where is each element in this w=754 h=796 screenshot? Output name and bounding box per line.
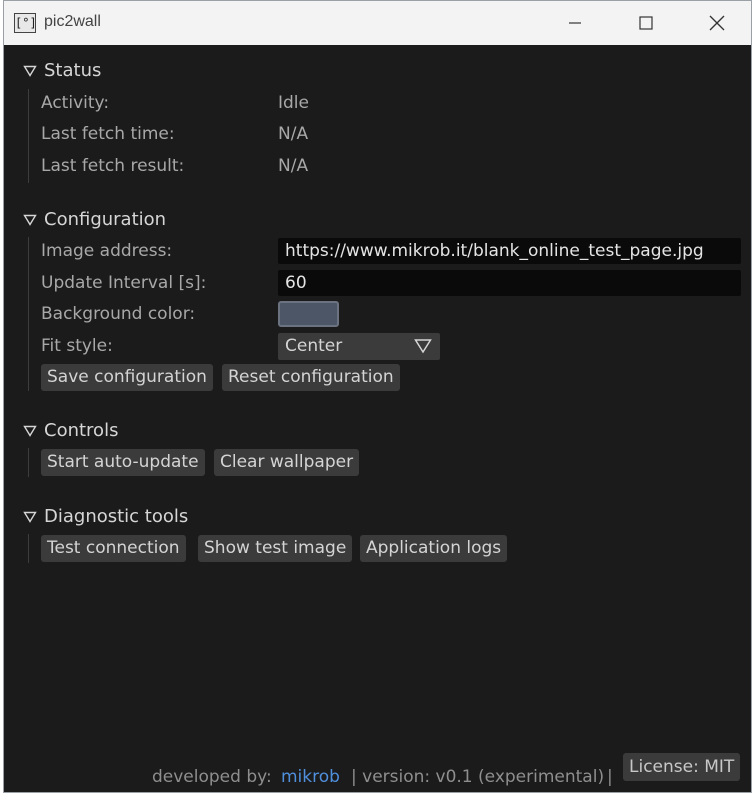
clear-wallpaper-button[interactable]: Clear wallpaper — [214, 449, 360, 476]
application-logs-button[interactable]: Application logs — [360, 535, 508, 562]
license-button[interactable]: License: MIT — [623, 753, 741, 781]
close-button[interactable] — [694, 1, 740, 45]
last-fetch-time-value: N/A — [278, 124, 309, 144]
title-bar[interactable]: [°] pic2wall — [4, 1, 751, 45]
section-indent-guide — [28, 448, 29, 477]
background-color-swatch[interactable] — [278, 301, 339, 327]
app-window: [°] pic2wall Status Activity: Idle Last … — [3, 0, 752, 793]
test-connection-button[interactable]: Test connection — [41, 535, 186, 562]
fit-style-label: Fit style: — [41, 336, 113, 356]
author-link[interactable]: mikrob — [281, 767, 340, 787]
diagnostic-tools-header-label: Diagnostic tools — [44, 506, 189, 527]
start-auto-update-button[interactable]: Start auto-update — [41, 449, 205, 476]
diagnostic-tools-section-header[interactable]: Diagnostic tools — [22, 506, 188, 527]
fit-style-dropdown[interactable]: Center — [278, 333, 440, 360]
update-interval-label: Update Interval [s]: — [41, 273, 207, 293]
activity-value: Idle — [278, 93, 309, 113]
reset-configuration-button[interactable]: Reset configuration — [222, 364, 400, 391]
collapse-triangle-icon — [23, 425, 37, 437]
developed-by-label: developed by: — [152, 767, 272, 787]
controls-section-header[interactable]: Controls — [22, 420, 118, 441]
section-indent-guide — [28, 534, 29, 563]
last-fetch-result-value: N/A — [278, 156, 309, 176]
fit-style-value: Center — [285, 336, 343, 356]
section-indent-guide — [28, 89, 29, 183]
save-configuration-button[interactable]: Save configuration — [41, 364, 213, 391]
configuration-section-header[interactable]: Configuration — [22, 209, 166, 230]
collapse-triangle-icon — [23, 65, 37, 77]
last-fetch-time-label: Last fetch time: — [41, 124, 175, 144]
collapse-triangle-icon — [23, 214, 37, 226]
maximize-button[interactable] — [623, 1, 669, 45]
minimize-icon — [569, 22, 581, 24]
activity-label: Activity: — [41, 93, 110, 113]
window-title: pic2wall — [44, 13, 101, 30]
maximize-icon — [639, 16, 653, 30]
main-content: Status Activity: Idle Last fetch time: N… — [4, 45, 751, 792]
update-interval-input[interactable]: 60 — [278, 270, 741, 296]
footer-separator: | — [607, 767, 613, 787]
image-address-label: Image address: — [41, 241, 173, 261]
image-address-input[interactable]: https://www.mikrob.it/blank_online_test_… — [278, 238, 741, 264]
status-header-label: Status — [44, 60, 102, 81]
last-fetch-result-label: Last fetch result: — [41, 156, 185, 176]
status-section-header[interactable]: Status — [22, 60, 101, 81]
collapse-triangle-icon — [23, 511, 37, 523]
controls-header-label: Controls — [44, 420, 119, 441]
app-icon: [°] — [14, 13, 37, 33]
version-label: | version: v0.1 (experimental) — [351, 767, 605, 787]
close-icon — [709, 15, 725, 31]
dropdown-triangle-icon — [414, 339, 432, 354]
show-test-image-button[interactable]: Show test image — [198, 535, 353, 562]
configuration-header-label: Configuration — [44, 209, 167, 230]
background-color-label: Background color: — [41, 304, 196, 324]
minimize-button[interactable] — [552, 1, 598, 45]
section-indent-guide — [28, 237, 29, 391]
